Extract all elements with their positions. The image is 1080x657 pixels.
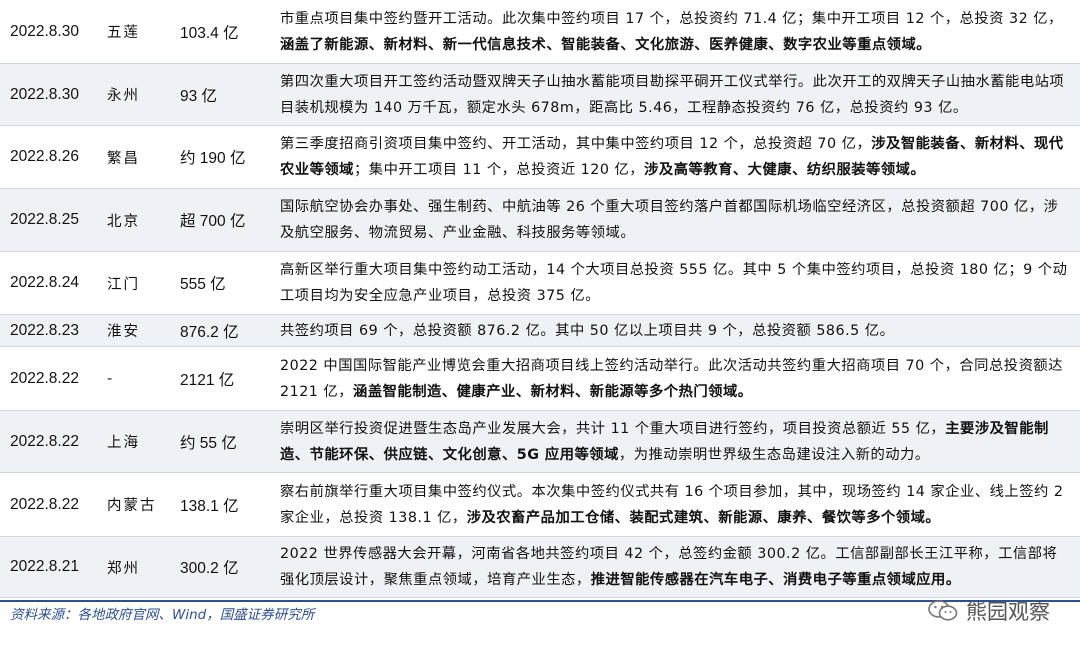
amount-cell: 约 55 亿 xyxy=(180,434,237,452)
table-row: 2022.8.26 繁昌 约 190 亿 第三季度招商引资项目集中签约、开工活动，其中… xyxy=(0,126,1080,189)
description-text: 高新区举行重大项目集中签约动工活动，14 个大项目总投资 555 亿。其中 5 … xyxy=(280,262,1068,304)
city-cell: - xyxy=(107,370,115,387)
source-note: 资料来源：各地政府官网、Wind，国盛证券研究所 xyxy=(10,607,315,623)
amount-cell: 300.2 亿 xyxy=(180,560,239,577)
city-cell: 五莲 xyxy=(107,25,140,41)
description-text: ；集中开工项目 11 个，总投资近 120 亿， xyxy=(353,162,645,178)
watermark: 熊园观察 xyxy=(928,596,1050,626)
table-row: 2022.8.23 淮安 876.2 亿 共签约项目 69 个，总投资额 876.2 … xyxy=(0,315,1080,347)
city-cell: 上海 xyxy=(107,435,140,451)
table-row: 2022.8.22 上海 约 55 亿 崇明区举行投资促进暨生态岛产业发展大会，共计 … xyxy=(0,411,1080,473)
date-cell: 2022.8.30 xyxy=(10,22,79,40)
table-row: 2022.8.21 郑州 300.2 亿 2022 世界传感器大会开幕，河南省各地共签… xyxy=(0,537,1080,598)
date-cell: 2022.8.21 xyxy=(10,558,79,575)
watermark-text: 熊园观察 xyxy=(966,600,1050,624)
description-cell: 高新区举行重大项目集中签约动工活动，14 个大项目总投资 555 亿。其中 5 … xyxy=(280,257,1072,309)
description-text: 第四次重大项目开工签约活动暨双牌天子山抽水蓄能项目勘探平硐开工仪式举行。此次开工… xyxy=(280,73,1065,116)
highlight-text: 涵盖了新能源、新材料、新一代信息技术、智能装备、文化旅游、医养健康、数字农业等重… xyxy=(280,36,932,53)
description-cell: 察右前旗举行重大项目集中签约仪式。本次集中签约仪式共有 16 个项目参加，其中，… xyxy=(280,479,1072,531)
date-cell: 2022.8.25 xyxy=(10,211,79,228)
description-text: 市重点项目集中签约暨开工活动。此次集中签约项目 17 个，总投资约 71.4 亿… xyxy=(280,10,1063,27)
description-text: 共签约项目 69 个，总投资额 876.2 亿。其中 50 亿以上项目共 9 个… xyxy=(280,322,895,339)
amount-cell: 2121 亿 xyxy=(180,371,235,389)
highlight-text: 涉及高等教育、大健康、纺织服装等领域。 xyxy=(644,162,926,178)
description-text: 崇明区举行投资促进暨生态岛产业发展大会，共计 11 个重大项目进行签约，项目投资… xyxy=(280,420,946,437)
description-cell: 2022 中国国际智能产业博览会重大招商项目线上签约活动举行。此次活动共签约重大… xyxy=(280,353,1072,405)
description-cell: 2022 世界传感器大会开幕，河南省各地共签约项目 42 个，总签约金额 300… xyxy=(280,541,1072,593)
date-cell: 2022.8.22 xyxy=(10,432,79,450)
amount-cell: 876.2 亿 xyxy=(180,323,239,341)
amount-cell: 103.4 亿 xyxy=(180,24,239,42)
amount-cell: 约 190 亿 xyxy=(180,150,246,167)
city-cell: 江门 xyxy=(107,276,140,293)
amount-cell: 超 700 亿 xyxy=(180,213,246,230)
date-cell: 2022.8.22 xyxy=(10,495,79,513)
date-cell: 2022.8.26 xyxy=(10,148,79,165)
highlight-text: 涉及农畜产品加工仓储、装配式建筑、新能源、康养、餐饮等多个领域。 xyxy=(466,509,941,526)
city-cell: 永州 xyxy=(107,88,140,104)
city-cell: 内蒙古 xyxy=(107,498,157,514)
table-row: 2022.8.22 内蒙古 138.1 亿 察右前旗举行重大项目集中签约仪式。本次集中… xyxy=(0,473,1080,537)
table-row: 2022.8.22 - 2121 亿 2022 中国国际智能产业博览会重大招商项目线上… xyxy=(0,347,1080,411)
amount-cell: 138.1 亿 xyxy=(180,497,239,515)
city-cell: 繁昌 xyxy=(107,150,140,167)
investment-table: 2022.8.30 五莲 103.4 亿 市重点项目集中签约暨开工活动。此次集中签约项… xyxy=(0,0,1080,598)
description-cell: 第四次重大项目开工签约活动暨双牌天子山抽水蓄能项目勘探平硐开工仪式举行。此次开工… xyxy=(280,69,1072,121)
wechat-icon xyxy=(928,600,958,621)
date-cell: 2022.8.23 xyxy=(10,321,79,339)
description-cell: 崇明区举行投资促进暨生态岛产业发展大会，共计 11 个重大项目进行签约，项目投资… xyxy=(280,416,1072,468)
amount-cell: 555 亿 xyxy=(180,276,226,293)
date-cell: 2022.8.24 xyxy=(10,274,79,291)
date-cell: 2022.8.30 xyxy=(10,85,79,103)
table-row: 2022.8.25 北京 超 700 亿 国际航空协会办事处、强生制药、中航油等 26… xyxy=(0,189,1080,252)
highlight-text: 推进智能传感器在汽车电子、消费电子等重点领域应用。 xyxy=(590,572,961,588)
description-text: 第三季度招商引资项目集中签约、开工活动，其中集中签约项目 12 个，总投资超 7… xyxy=(280,136,872,152)
description-text: ，为推动崇明世界级生态岛建设注入新的动力。 xyxy=(618,446,930,463)
source-divider xyxy=(0,600,1080,602)
city-cell: 郑州 xyxy=(107,560,140,577)
city-cell: 淮安 xyxy=(107,324,140,340)
description-text: 国际航空协会办事处、强生制药、中航油等 26 个重大项目签约落户首都国际机场临空… xyxy=(280,199,1059,241)
description-cell: 共签约项目 69 个，总投资额 876.2 亿。其中 50 亿以上项目共 9 个… xyxy=(280,318,1072,344)
description-cell: 市重点项目集中签约暨开工活动。此次集中签约项目 17 个，总投资约 71.4 亿… xyxy=(280,6,1072,58)
amount-cell: 93 亿 xyxy=(180,87,218,105)
table-row: 2022.8.30 永州 93 亿 第四次重大项目开工签约活动暨双牌天子山抽水蓄能项目… xyxy=(0,64,1080,126)
description-cell: 国际航空协会办事处、强生制药、中航油等 26 个重大项目签约落户首都国际机场临空… xyxy=(280,194,1072,246)
table-row: 2022.8.24 江门 555 亿 高新区举行重大项目集中签约动工活动，14 个大项… xyxy=(0,252,1080,315)
city-cell: 北京 xyxy=(107,213,140,230)
highlight-text: 涵盖智能制造、健康产业、新材料、新能源等多个热门领域。 xyxy=(353,383,753,400)
date-cell: 2022.8.22 xyxy=(10,369,79,387)
table-row: 2022.8.30 五莲 103.4 亿 市重点项目集中签约暨开工活动。此次集中签约项… xyxy=(0,0,1080,64)
description-cell: 第三季度招商引资项目集中签约、开工活动，其中集中签约项目 12 个，总投资超 7… xyxy=(280,131,1072,183)
